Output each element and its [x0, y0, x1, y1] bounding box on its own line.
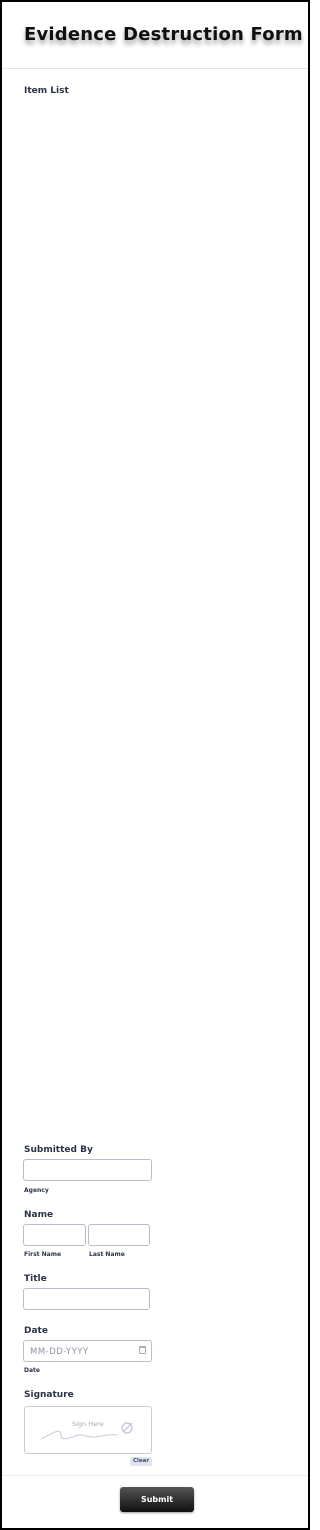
form-title: Evidence Destruction Form: [24, 24, 303, 45]
clear-signature-button[interactable]: Clear: [130, 1457, 152, 1466]
date-placeholder: MM-DD-YYYY: [30, 1347, 89, 1357]
first-name-sublabel: First Name: [24, 1251, 62, 1258]
item-list-label: Item List: [24, 86, 69, 96]
form-frame: Evidence Destruction Form Item List Subm…: [0, 0, 310, 1530]
calendar-icon[interactable]: [139, 1346, 146, 1354]
date-label: Date: [24, 1326, 48, 1336]
form-header: Evidence Destruction Form: [2, 2, 308, 69]
agency-sublabel: Agency: [24, 1187, 49, 1194]
last-name-input[interactable]: [88, 1224, 150, 1246]
name-label: Name: [24, 1210, 54, 1220]
agency-input[interactable]: [23, 1159, 152, 1181]
pen-icon: [121, 1422, 133, 1434]
title-input[interactable]: [23, 1288, 150, 1310]
submitted-by-label: Submitted By: [24, 1145, 93, 1155]
footer-divider: [2, 1475, 308, 1476]
submit-button[interactable]: Submit: [120, 1487, 194, 1512]
first-name-input[interactable]: [23, 1224, 86, 1246]
title-label: Title: [24, 1274, 47, 1284]
signature-label: Signature: [24, 1390, 74, 1400]
date-sublabel: Date: [24, 1367, 40, 1374]
last-name-sublabel: Last Name: [89, 1251, 125, 1258]
date-input[interactable]: MM-DD-YYYY: [23, 1340, 152, 1362]
signature-pad[interactable]: Sign Here: [24, 1406, 152, 1454]
